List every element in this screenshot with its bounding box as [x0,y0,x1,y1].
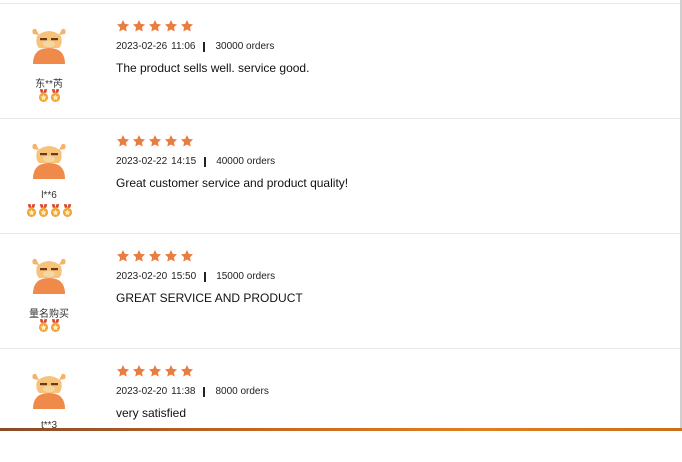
medal-icon [38,319,48,332]
review-item: t**3 2023-02-20 11:38 8000 orders very satis… [0,348,680,462]
separator [203,386,206,397]
rating-stars [116,364,194,378]
star-icon [148,365,162,377]
review-time: 15:50 [171,271,197,282]
rating-stars [116,134,194,148]
review-meta: 2023-02-22 14:15 40000 orders [116,156,275,167]
review-item: 量名购买 2023-02-20 15:50 15000 orders GREAT SER… [0,233,680,347]
reviewer-name: 量名购买 [29,309,69,320]
medal-icon [50,319,60,332]
review-comment: Great customer service and product quali… [116,176,349,190]
star-icon [164,365,178,377]
star-icon [148,20,162,32]
star-icon [180,365,194,377]
star-icon [116,250,130,262]
order-count: 40000 orders [216,156,276,167]
star-icon [148,135,162,147]
star-icon [132,135,146,147]
avatar-icon [32,143,66,179]
medal-icon [26,204,36,217]
review-item: l**6 2023-02-22 14:15 40000 orders Great cus… [0,118,680,232]
reviewer-name: 东**芮 [35,79,63,90]
review-meta: 2023-02-20 15:50 15000 orders [116,271,275,282]
avatar-icon [32,28,66,64]
review-time: 11:38 [171,386,196,397]
avatar-icon [32,373,66,409]
avatar-icon [32,258,66,294]
star-icon [164,250,178,262]
separator [203,41,206,52]
star-icon [148,250,162,262]
star-icon [164,20,178,32]
star-icon [116,20,130,32]
star-icon [116,135,130,147]
review-meta: 2023-02-20 11:38 8000 orders [116,386,269,397]
reviewer-medals [0,89,98,103]
star-icon [116,365,130,377]
star-icon [180,250,194,262]
review-date: 2023-02-20 [116,271,168,282]
star-icon [180,20,194,32]
rating-stars [116,249,194,263]
review-comment: GREAT SERVICE AND PRODUCT [116,291,303,305]
medal-icon [38,204,48,217]
order-count: 30000 orders [215,41,275,52]
medal-icon [50,204,60,217]
review-date: 2023-02-22 [116,156,168,167]
medal-icon [62,204,72,217]
order-count: 15000 orders [216,271,276,282]
reviewer-name: l**6 [41,190,57,201]
review-date: 2023-02-20 [116,386,168,397]
star-icon [132,250,146,262]
review-item: 东**芮 2023-02-26 11:06 30000 orders The produ… [0,3,680,117]
separator [204,271,207,282]
medal-icon [38,89,48,102]
review-comment: very satisfied [116,406,187,420]
separator [204,156,207,167]
review-time: 14:15 [171,156,197,167]
star-icon [180,135,194,147]
star-icon [132,365,146,377]
order-count: 8000 orders [215,386,269,397]
review-date: 2023-02-26 [116,41,168,52]
review-time: 11:06 [171,41,196,52]
review-comment: The product sells well. service good. [116,61,310,75]
star-icon [164,135,178,147]
star-icon [132,20,146,32]
medal-icon [50,89,60,102]
reviewer-medals [0,204,98,218]
review-meta: 2023-02-26 11:06 30000 orders [116,41,274,52]
rating-stars [116,19,194,33]
reviewer-medals [0,319,98,333]
